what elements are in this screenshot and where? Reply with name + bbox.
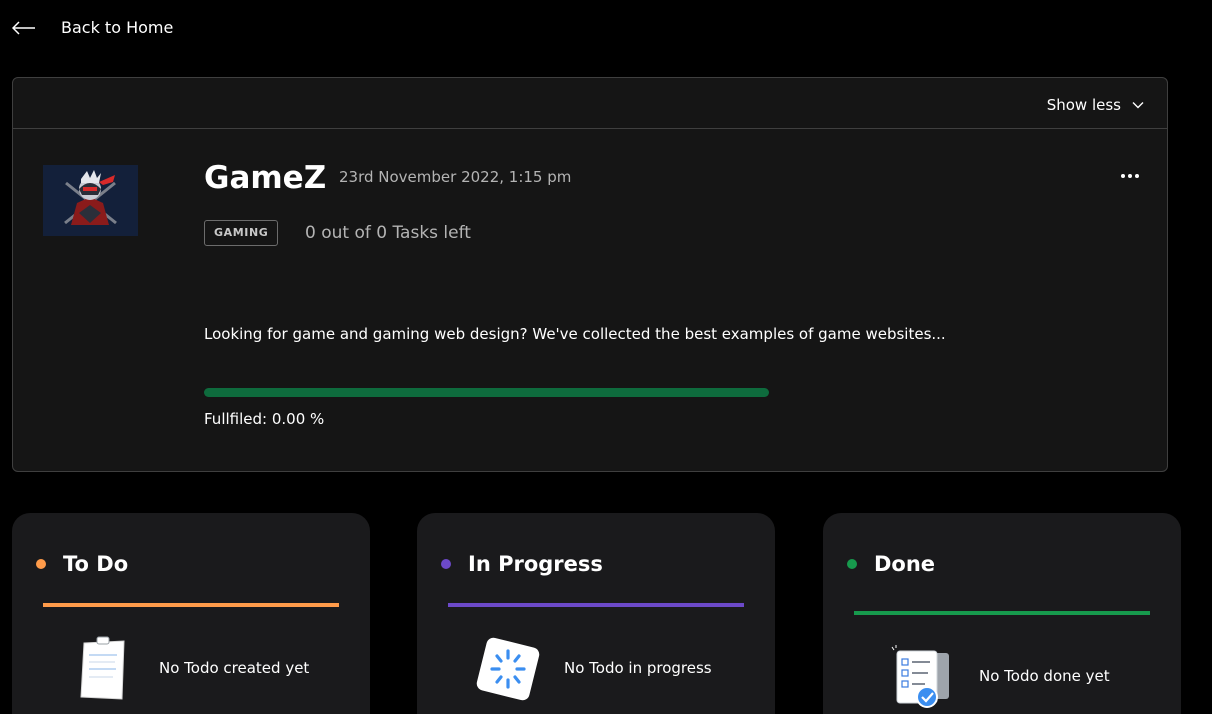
todo-column-divider xyxy=(43,603,339,607)
category-tag: GAMING xyxy=(204,220,279,246)
done-empty-message: No Todo done yet xyxy=(979,667,1110,685)
todo-column: To Do No Todo created yet xyxy=(12,513,370,714)
chevron-down-icon xyxy=(1132,102,1144,109)
done-column-divider xyxy=(854,611,1150,615)
loading-spinner-icon xyxy=(476,637,540,701)
todo-empty-message: No Todo created yet xyxy=(159,659,310,677)
todo-column-title: To Do xyxy=(63,552,129,576)
in-progress-column-title: In Progress xyxy=(468,552,603,576)
show-less-label: Show less xyxy=(1046,96,1121,114)
clipboard-icon xyxy=(80,636,125,700)
checklist-icon xyxy=(891,645,949,708)
more-dots-icon xyxy=(1135,174,1139,178)
project-description: Looking for game and gaming web design? … xyxy=(204,325,946,343)
in-progress-empty-message: No Todo in progress xyxy=(564,659,712,677)
in-progress-status-dot xyxy=(441,559,451,569)
done-column-title: Done xyxy=(874,552,936,576)
ninja-mascot-icon xyxy=(43,165,138,236)
show-less-toggle[interactable]: Show less xyxy=(1047,95,1145,115)
back-to-home-link[interactable]: Back to Home xyxy=(12,16,173,40)
more-dots-icon xyxy=(1128,174,1132,178)
done-status-dot xyxy=(847,559,857,569)
arrow-left-icon xyxy=(12,21,35,35)
back-to-home-label: Back to Home xyxy=(61,18,174,37)
progress-bar xyxy=(204,388,769,397)
todo-status-dot xyxy=(36,559,46,569)
fulfilled-percentage: Fullfiled: 0.00 % xyxy=(204,410,325,428)
done-column: Done No Todo done yet xyxy=(823,513,1181,714)
in-progress-column-divider xyxy=(448,603,744,607)
project-thumbnail xyxy=(43,165,138,236)
in-progress-column: In Progress No Todo in progress xyxy=(417,513,775,714)
more-dots-icon xyxy=(1121,174,1125,178)
more-options-button[interactable] xyxy=(1121,170,1139,182)
project-card: Show less GameZ 23rd November 2022, 1:15… xyxy=(12,77,1168,472)
project-title: GameZ xyxy=(204,160,327,196)
project-card-header: Show less xyxy=(13,78,1167,129)
project-date: 23rd November 2022, 1:15 pm xyxy=(339,168,572,186)
tasks-left-count: 0 out of 0 Tasks left xyxy=(305,223,471,243)
